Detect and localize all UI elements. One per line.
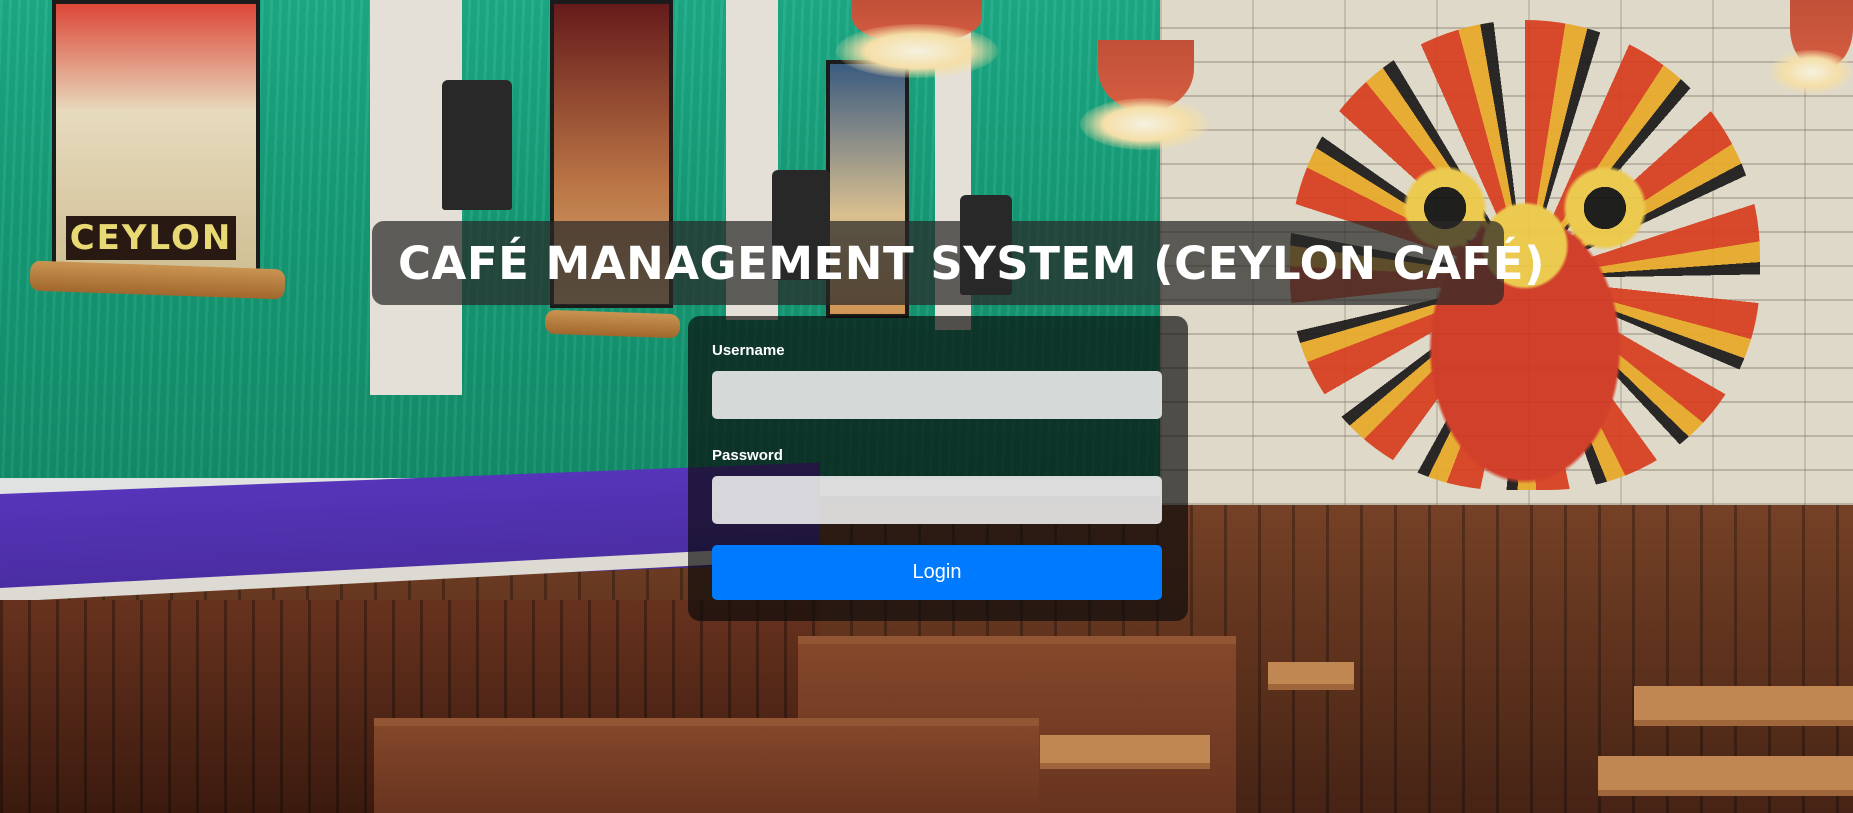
password-input[interactable] [712,476,1162,524]
username-input[interactable] [712,371,1162,419]
login-page: CEYLON CAFÉ MANAGEMENT SYSTEM (CEYLON CA… [0,0,1853,813]
login-button[interactable]: Login [712,545,1162,600]
login-form: Username Password Login [688,316,1188,621]
username-label: Username [712,342,785,359]
page-title: CAFÉ MANAGEMENT SYSTEM (CEYLON CAFÉ) [398,236,1546,290]
title-banner: CAFÉ MANAGEMENT SYSTEM (CEYLON CAFÉ) [372,221,1545,305]
password-label: Password [712,447,783,464]
